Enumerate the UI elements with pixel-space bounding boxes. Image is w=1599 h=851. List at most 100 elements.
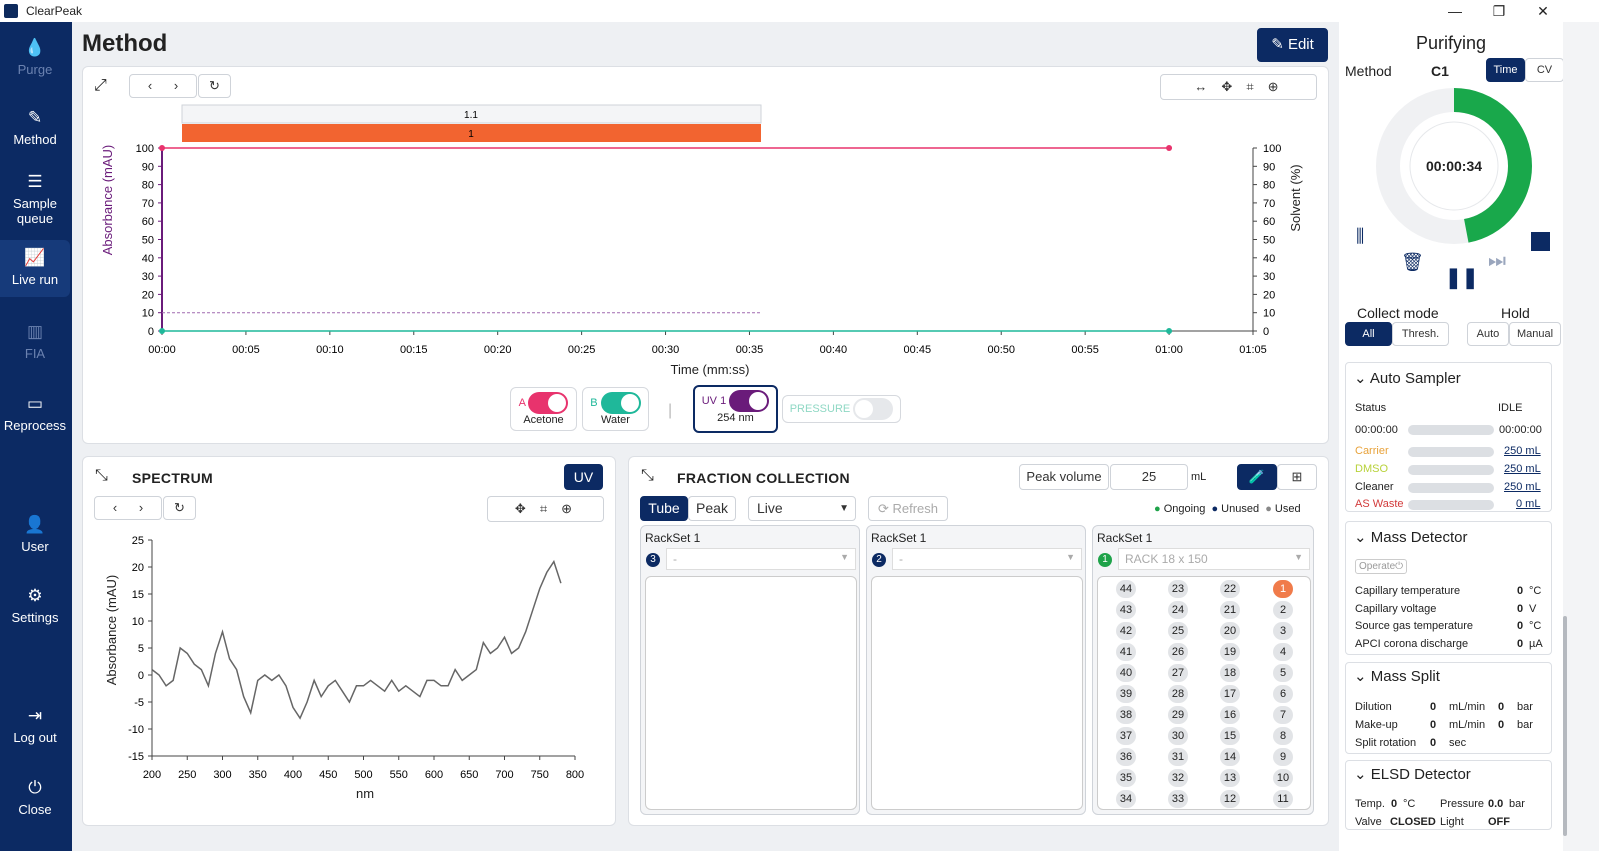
- tube-view-icon[interactable]: 🧪: [1237, 464, 1277, 490]
- tube-29[interactable]: 29: [1168, 706, 1188, 724]
- tube-6[interactable]: 6: [1273, 685, 1293, 703]
- time-button[interactable]: Time: [1486, 58, 1525, 82]
- tube-11[interactable]: 11: [1273, 790, 1293, 808]
- pan-horizontal-icon[interactable]: ↔: [1194, 79, 1221, 94]
- next-icon[interactable]: ›: [174, 78, 178, 93]
- tube-32[interactable]: 32: [1168, 769, 1188, 787]
- tube-30[interactable]: 30: [1168, 727, 1188, 745]
- sidebar-item-settings[interactable]: ⚙ Settings: [0, 587, 70, 625]
- tube-40[interactable]: 40: [1116, 664, 1136, 682]
- inject-icon[interactable]: ⫼: [1356, 226, 1364, 247]
- tab-peak[interactable]: Peak: [688, 496, 736, 521]
- sidebar-item-live-run[interactable]: 📈 Live run: [0, 240, 70, 297]
- scrollbar-thumb[interactable]: [1563, 616, 1567, 836]
- cleaner-value[interactable]: 250 mL: [1504, 481, 1541, 493]
- prev-icon[interactable]: ‹: [113, 500, 117, 515]
- tube-44[interactable]: 44: [1116, 580, 1136, 598]
- tube-15[interactable]: 15: [1220, 727, 1240, 745]
- collapse-icon[interactable]: ⤡: [95, 467, 108, 485]
- tube-16[interactable]: 16: [1220, 706, 1240, 724]
- sidebar-item-close[interactable]: ⏻ Close: [0, 779, 70, 817]
- tab-tube[interactable]: Tube: [640, 496, 688, 521]
- tube-43[interactable]: 43: [1116, 601, 1136, 619]
- as-waste-value[interactable]: 0 mL: [1516, 498, 1540, 510]
- skip-icon[interactable]: ⏭: [1488, 250, 1506, 273]
- tube-4[interactable]: 4: [1273, 643, 1293, 661]
- scrollbar-track[interactable]: [1563, 22, 1599, 851]
- uv-switch[interactable]: [729, 390, 770, 412]
- water-switch[interactable]: [600, 392, 641, 414]
- tube-1[interactable]: 1: [1273, 580, 1293, 598]
- tube-35[interactable]: 35: [1116, 769, 1136, 787]
- minimize-icon[interactable]: —: [1432, 0, 1478, 22]
- carrier-value[interactable]: 250 mL: [1504, 445, 1541, 457]
- rack-select[interactable]: RACK 18 x 150 ▼: [1118, 548, 1310, 570]
- tube-28[interactable]: 28: [1168, 685, 1188, 703]
- crop-icon[interactable]: ⌗: [1246, 79, 1267, 94]
- next-icon[interactable]: ›: [139, 500, 143, 515]
- collapse-icon[interactable]: ⤡: [641, 467, 654, 485]
- sidebar-item-purge[interactable]: 💧 Purge: [0, 39, 70, 77]
- edit-button[interactable]: ✎ Edit: [1257, 28, 1328, 62]
- mass-detector-header[interactable]: ⌄ Mass Detector: [1354, 528, 1467, 546]
- tube-38[interactable]: 38: [1116, 706, 1136, 724]
- tube-25[interactable]: 25: [1168, 622, 1188, 640]
- tube-37[interactable]: 37: [1116, 727, 1136, 745]
- tube-2[interactable]: 2: [1273, 601, 1293, 619]
- hold-auto-button[interactable]: Auto: [1467, 322, 1509, 346]
- tube-3[interactable]: 3: [1273, 622, 1293, 640]
- prev-icon[interactable]: ‹: [148, 78, 152, 93]
- reset-icon[interactable]: ↻: [163, 496, 196, 520]
- sidebar-item-fia[interactable]: ▥ FIA: [0, 323, 70, 361]
- tube-10[interactable]: 10: [1273, 769, 1293, 787]
- tube-13[interactable]: 13: [1220, 769, 1240, 787]
- toggle-uv1[interactable]: UV 1 254 nm: [693, 385, 778, 433]
- tube-7[interactable]: 7: [1273, 706, 1293, 724]
- toggle-pressure[interactable]: PRESSURE: [782, 395, 901, 423]
- tube-5[interactable]: 5: [1273, 664, 1293, 682]
- refresh-button[interactable]: ⟳ Refresh: [868, 496, 948, 521]
- tube-27[interactable]: 27: [1168, 664, 1188, 682]
- sidebar-item-reprocess[interactable]: ▭ Reprocess: [0, 395, 70, 433]
- tube-24[interactable]: 24: [1168, 601, 1188, 619]
- tube-33[interactable]: 33: [1168, 790, 1188, 808]
- rack-select[interactable]: - ▼: [892, 548, 1082, 570]
- acetone-switch[interactable]: [528, 392, 569, 414]
- operate-button[interactable]: Operate⏻: [1355, 559, 1408, 574]
- close-window-icon[interactable]: ✕: [1520, 0, 1566, 22]
- collect-thresh-button[interactable]: Thresh.: [1392, 322, 1449, 346]
- tube-23[interactable]: 23: [1168, 580, 1188, 598]
- tube-31[interactable]: 31: [1168, 748, 1188, 766]
- sidebar-item-logout[interactable]: ⇥ Log out: [0, 707, 70, 745]
- hold-manual-button[interactable]: Manual: [1509, 322, 1561, 346]
- rack-select[interactable]: - ▼: [666, 548, 856, 570]
- tube-26[interactable]: 26: [1168, 643, 1188, 661]
- grid-view-icon[interactable]: ⊞: [1277, 464, 1317, 490]
- crop-icon[interactable]: ⌗: [540, 501, 561, 516]
- tube-21[interactable]: 21: [1220, 601, 1240, 619]
- peak-volume-input[interactable]: 25: [1110, 464, 1188, 490]
- tube-14[interactable]: 14: [1220, 748, 1240, 766]
- tube-12[interactable]: 12: [1220, 790, 1240, 808]
- expand-icon[interactable]: ⤢: [94, 77, 107, 95]
- tube-17[interactable]: 17: [1220, 685, 1240, 703]
- tube-8[interactable]: 8: [1273, 727, 1293, 745]
- maximize-icon[interactable]: ❐: [1476, 0, 1522, 22]
- tube-22[interactable]: 22: [1220, 580, 1240, 598]
- pause-icon[interactable]: ❚❚: [1445, 265, 1479, 290]
- mass-split-header[interactable]: ⌄ Mass Split: [1354, 667, 1440, 685]
- reset-icon[interactable]: ↻: [198, 74, 231, 98]
- tube-39[interactable]: 39: [1116, 685, 1136, 703]
- stop-icon[interactable]: [1531, 232, 1550, 251]
- tube-18[interactable]: 18: [1220, 664, 1240, 682]
- tube-19[interactable]: 19: [1220, 643, 1240, 661]
- mode-select[interactable]: Live ▼: [748, 496, 856, 521]
- dmso-value[interactable]: 250 mL: [1504, 463, 1541, 475]
- tube-41[interactable]: 41: [1116, 643, 1136, 661]
- move-icon[interactable]: ✥: [515, 501, 540, 516]
- trash-icon[interactable]: 🗑: [1401, 252, 1424, 273]
- sidebar-item-user[interactable]: 👤 User: [0, 516, 70, 554]
- elsd-header[interactable]: ⌄ ELSD Detector: [1354, 765, 1471, 783]
- tube-42[interactable]: 42: [1116, 622, 1136, 640]
- pressure-switch[interactable]: [853, 398, 894, 421]
